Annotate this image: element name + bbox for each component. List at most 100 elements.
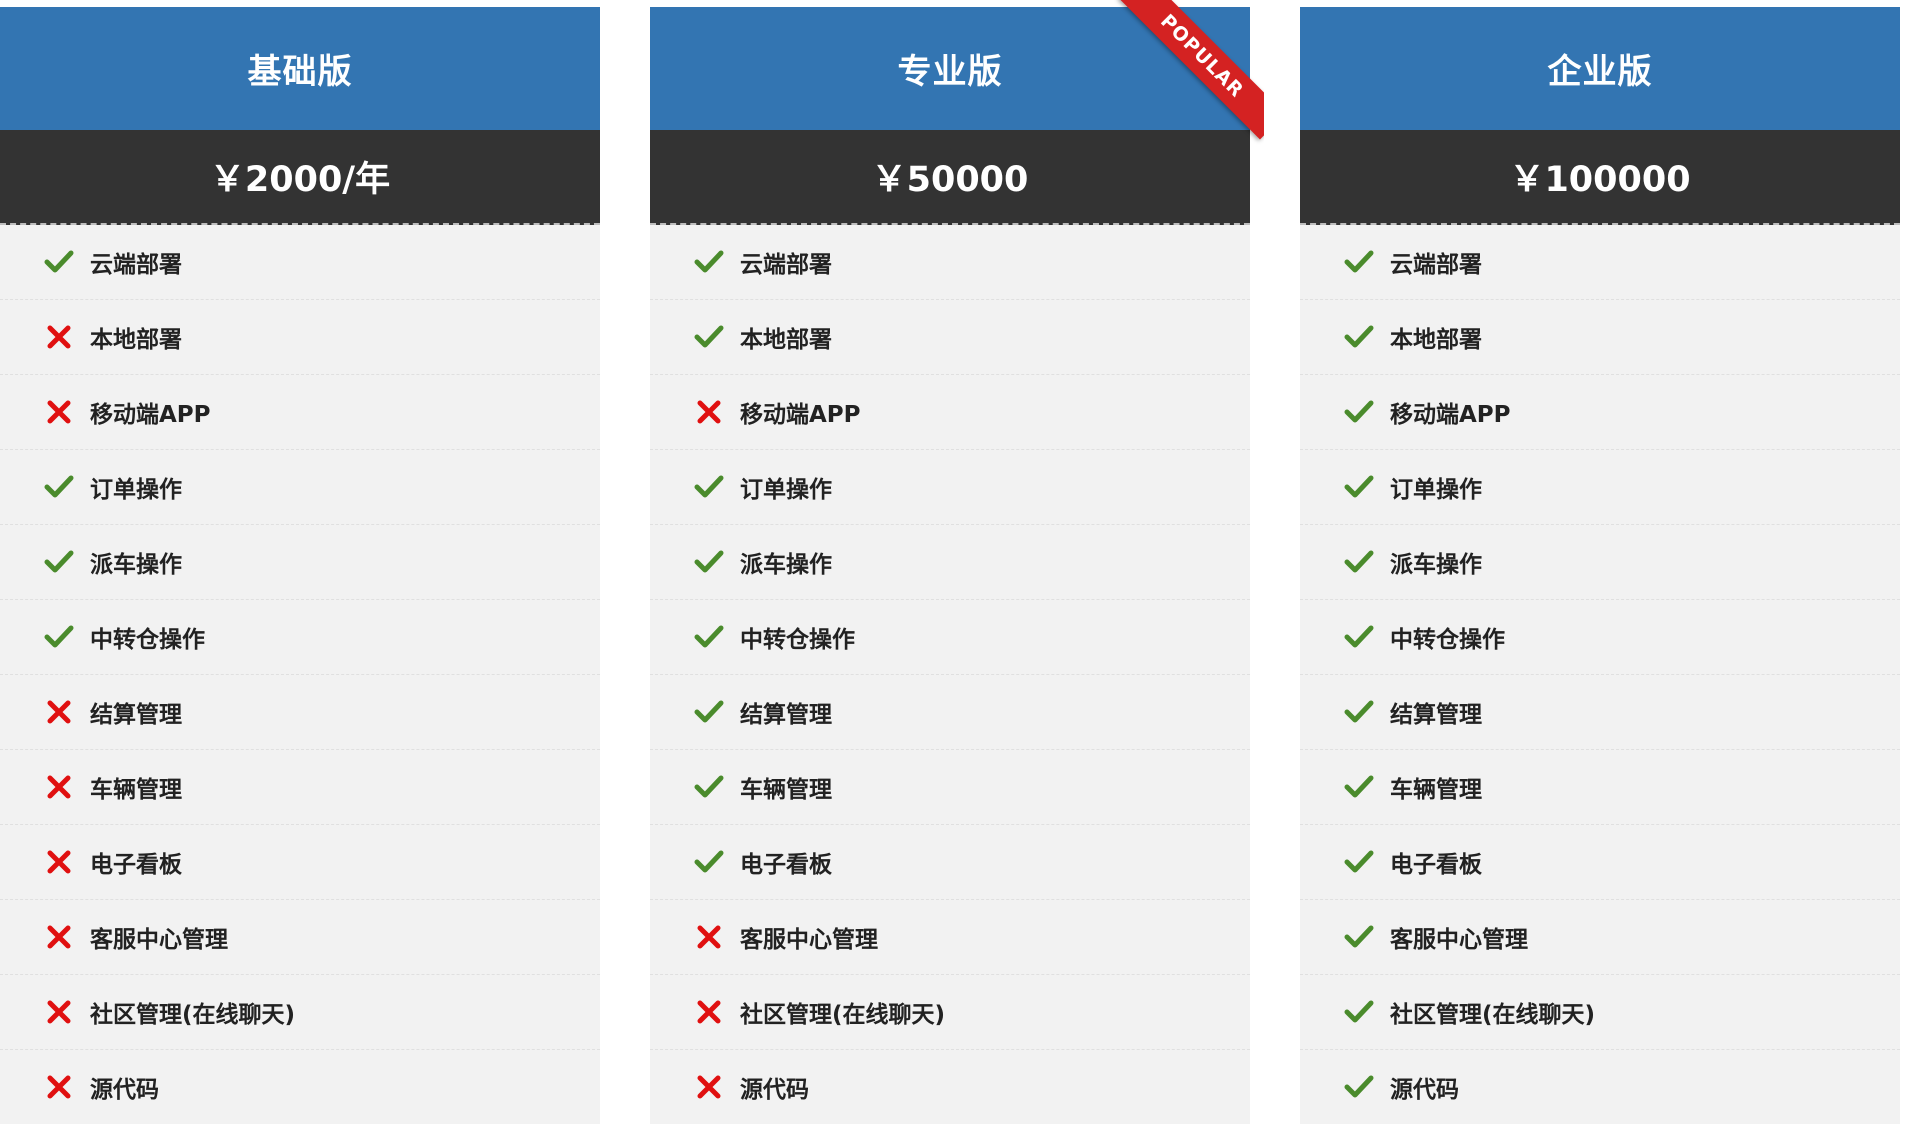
check-icon [42,545,76,579]
plan-price: ￥50000 [650,130,1250,225]
feature-row: 云端部署 [650,225,1250,300]
feature-label: 源代码 [740,1077,809,1103]
feature-row: 电子看板 [0,825,600,900]
cross-icon [692,995,726,1029]
check-icon [42,245,76,279]
feature-label: 派车操作 [740,552,832,578]
feature-row: 源代码 [0,1050,600,1124]
check-icon [692,770,726,804]
feature-row: 移动端APP [650,375,1250,450]
check-icon [1342,620,1376,654]
feature-label: 云端部署 [90,252,182,278]
cross-icon [42,920,76,954]
feature-row: 客服中心管理 [1300,900,1900,975]
feature-label: 云端部署 [740,252,832,278]
feature-label: 本地部署 [1390,327,1482,353]
feature-label: 社区管理(在线聊天) [90,1002,296,1028]
feature-row: 本地部署 [650,300,1250,375]
feature-row: 车辆管理 [650,750,1250,825]
feature-row: 订单操作 [0,450,600,525]
plan-card-pro: 专业版 ￥50000 云端部署本地部署移动端APP 订单操作派车操作中转仓操作结算… [650,0,1264,1124]
check-icon [692,245,726,279]
feature-row: 源代码 [650,1050,1250,1124]
cross-icon [42,695,76,729]
check-icon [692,320,726,354]
feature-row: 电子看板 [650,825,1250,900]
feature-label: 移动端APP [90,402,211,428]
check-icon [42,470,76,504]
check-icon [1342,695,1376,729]
plan-name: 企业版 [1300,7,1900,130]
cross-icon [692,1070,726,1104]
cross-icon [692,395,726,429]
feature-row: 客服中心管理 [0,900,600,975]
cross-icon [42,845,76,879]
check-icon [1342,770,1376,804]
feature-row: 中转仓操作 [0,600,600,675]
feature-row: 源代码 [1300,1050,1900,1124]
feature-label: 订单操作 [740,477,832,503]
check-icon [692,695,726,729]
feature-row: 云端部署 [1300,225,1900,300]
feature-row: 社区管理(在线聊天) [1300,975,1900,1050]
feature-label: 移动端APP [740,402,861,428]
feature-label: 派车操作 [90,552,182,578]
feature-row: 订单操作 [650,450,1250,525]
check-icon [692,845,726,879]
feature-label: 结算管理 [740,702,832,728]
cross-icon [42,995,76,1029]
feature-label: 订单操作 [90,477,182,503]
feature-row: 结算管理 [0,675,600,750]
feature-label: 客服中心管理 [90,927,228,953]
feature-list: 云端部署本地部署移动端APP 订单操作派车操作中转仓操作 结算管理车辆管理电子看板客… [0,225,600,1124]
feature-label: 车辆管理 [740,777,832,803]
feature-label: 车辆管理 [1390,777,1482,803]
check-icon [692,470,726,504]
feature-row: 社区管理(在线聊天) [0,975,600,1050]
feature-list: 云端部署本地部署移动端APP 订单操作派车操作中转仓操作结算管理车辆管理电子看板客… [650,225,1250,1124]
feature-label: 电子看板 [1390,852,1482,878]
check-icon [1342,545,1376,579]
check-icon [1342,1070,1376,1104]
feature-row: 结算管理 [650,675,1250,750]
feature-row: 订单操作 [1300,450,1900,525]
cross-icon [42,320,76,354]
cross-icon [692,920,726,954]
feature-label: 中转仓操作 [740,627,855,653]
plan-name: 基础版 [0,7,600,130]
feature-row: 移动端APP [0,375,600,450]
feature-label: 客服中心管理 [740,927,878,953]
plan-card-basic: 基础版 ￥2000/年 云端部署 本地部署 移动端APP 订单操作 派车操作 中转仓操作结… [0,7,600,1124]
check-icon [692,545,726,579]
feature-label: 云端部署 [1390,252,1482,278]
feature-label: 中转仓操作 [1390,627,1505,653]
feature-label: 电子看板 [90,852,182,878]
feature-row: 中转仓操作 [1300,600,1900,675]
feature-row: 移动端APP [1300,375,1900,450]
feature-row: 结算管理 [1300,675,1900,750]
feature-row: 社区管理(在线聊天) [650,975,1250,1050]
plan-card-enterprise: 企业版 ￥100000 云端部署 本地部署 移动端APP 订单操作 派车操作 中转仓操作结… [1300,7,1900,1124]
feature-label: 源代码 [90,1077,159,1103]
feature-label: 客服中心管理 [1390,927,1528,953]
check-icon [42,620,76,654]
feature-row: 电子看板 [1300,825,1900,900]
check-icon [1342,470,1376,504]
feature-row: 车辆管理 [1300,750,1900,825]
plan-name: 专业版 [650,7,1250,130]
check-icon [1342,245,1376,279]
feature-row: 云端部署 [0,225,600,300]
check-icon [1342,320,1376,354]
check-icon [1342,395,1376,429]
cross-icon [42,395,76,429]
feature-label: 本地部署 [90,327,182,353]
feature-list: 云端部署 本地部署 移动端APP 订单操作 派车操作 中转仓操作 结算管理 车辆管理 电子看板客… [1300,225,1900,1124]
feature-row: 中转仓操作 [650,600,1250,675]
feature-label: 移动端APP [1390,402,1511,428]
check-icon [1342,995,1376,1029]
feature-label: 车辆管理 [90,777,182,803]
feature-label: 本地部署 [740,327,832,353]
feature-label: 源代码 [1390,1077,1459,1103]
feature-row: 车辆管理 [0,750,600,825]
feature-row: 本地部署 [1300,300,1900,375]
